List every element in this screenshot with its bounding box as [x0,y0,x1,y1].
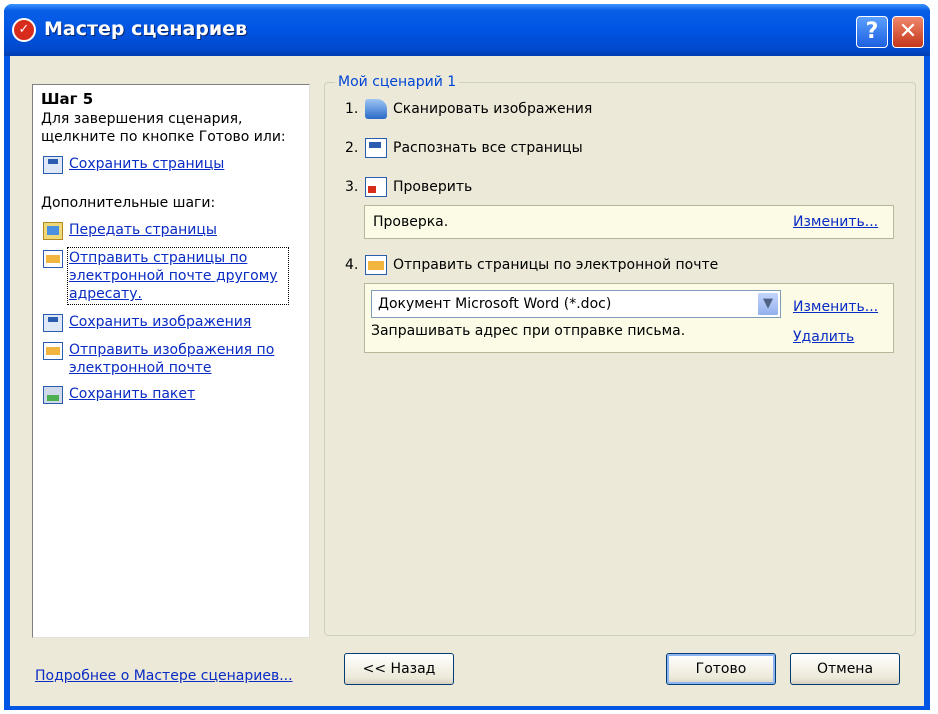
back-button[interactable]: << Назад [344,653,454,685]
help-button[interactable]: ? [856,16,888,48]
step-label: Проверить [393,179,473,195]
format-select-value: Документ Microsoft Word (*.doc) [378,296,612,312]
task-panel: Шаг 5 Для завершения сценария, щелкните … [32,84,310,638]
scenario-step-4: 4. Отправить страницы по электронной поч… [345,255,718,275]
email-images-link[interactable]: Отправить изображения по электронной поч… [43,341,293,377]
format-select[interactable]: Документ Microsoft Word (*.doc) ▼ [371,290,781,318]
step-label: Распознать все страницы [393,140,583,156]
verify-change-link[interactable]: Изменить... [793,214,878,230]
scenario-title: Мой сценарий 1 [335,74,460,90]
save-package-label[interactable]: Сохранить пакет [69,385,195,403]
cancel-button[interactable]: Отмена [790,653,900,685]
close-button[interactable]: ✕ [892,16,924,48]
chevron-down-icon[interactable]: ▼ [757,292,779,316]
save-pages-icon [43,156,63,174]
save-package-link[interactable]: Сохранить пакет [43,385,293,404]
verify-settings-box: Проверка. Изменить... [364,205,894,239]
email-settings-box: Документ Microsoft Word (*.doc) ▼ Измени… [364,283,894,353]
save-images-label[interactable]: Сохранить изображения [69,313,251,331]
save-images-link[interactable]: Сохранить изображения [43,313,293,332]
scenario-group: Мой сценарий 1 1. Сканировать изображени… [324,74,916,636]
verify-icon [365,177,387,197]
scenario-step-1: 1. Сканировать изображения [345,99,592,119]
step-label: Отправить страницы по электронной почте [393,257,719,273]
title-bar: ✓ Мастер сценариев ? ✕ [4,4,930,56]
scenario-step-3: 3. Проверить [345,177,472,197]
step-number: 2. [345,140,359,156]
verify-settings-label: Проверка. [373,214,449,230]
step-title: Шаг 5 [41,90,94,108]
step-number: 4. [345,257,359,273]
done-button[interactable]: Готово [666,653,776,685]
email-pages-icon [43,250,63,268]
ask-address-text: Запрашивать адрес при отправке письма. [371,323,686,339]
scan-icon [365,99,387,119]
more-steps-label: Дополнительные шаги: [41,195,216,211]
save-pages-link[interactable]: Сохранить страницы [43,155,224,174]
delete-step-link[interactable]: Удалить [793,329,854,345]
email-pages-link[interactable]: Отправить страницы по электронной почте … [43,247,293,305]
recognize-icon [365,138,387,158]
step-number: 1. [345,101,359,117]
send-pages-icon [43,222,63,240]
email-images-label[interactable]: Отправить изображения по электронной поч… [69,341,287,377]
scenario-step-2: 2. Распознать все страницы [345,138,583,158]
email-icon [365,255,387,275]
step-description: Для завершения сценария, щелкните по кно… [41,111,286,145]
email-pages-label[interactable]: Отправить страницы по электронной почте … [67,247,289,305]
save-images-icon [43,314,63,332]
window-title: Мастер сценариев [44,18,248,40]
more-info-link[interactable]: Подробнее о Мастере сценариев... [35,668,293,684]
send-pages-label[interactable]: Передать страницы [69,221,217,239]
send-pages-link[interactable]: Передать страницы [43,221,293,240]
step-number: 3. [345,179,359,195]
wizard-window: ✓ Мастер сценариев ? ✕ Шаг 5 Для заверше… [4,4,930,710]
app-icon: ✓ [12,18,36,42]
step-label: Сканировать изображения [393,101,593,117]
dialog-body: Шаг 5 Для завершения сценария, щелкните … [10,56,924,706]
save-pages-label[interactable]: Сохранить страницы [69,155,224,173]
email-images-icon [43,342,63,360]
email-change-link[interactable]: Изменить... [793,299,878,315]
save-package-icon [43,386,63,404]
